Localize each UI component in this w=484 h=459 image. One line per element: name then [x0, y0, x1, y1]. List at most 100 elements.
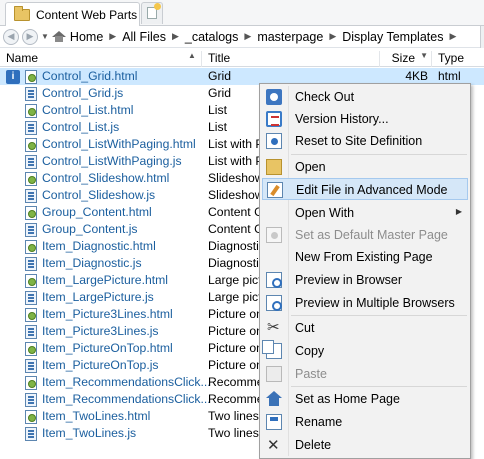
new-tab-button[interactable]	[141, 2, 163, 24]
menu-separator	[291, 154, 467, 155]
js-file-icon	[25, 87, 37, 101]
file-name[interactable]: Control_ListWithPaging.js	[42, 154, 182, 168]
menu-item-check-out[interactable]: Check Out	[262, 86, 468, 108]
menu-item-label: Paste	[295, 367, 327, 381]
breadcrumb-catalogs[interactable]: _catalogs	[185, 30, 239, 44]
file-name[interactable]: Item_Diagnostic.html	[42, 239, 156, 253]
file-name[interactable]: Item_PictureOnTop.js	[42, 358, 159, 372]
file-name[interactable]: Item_LargePicture.html	[42, 273, 168, 287]
file-name[interactable]: Group_Content.js	[42, 222, 138, 236]
html-file-icon	[25, 376, 37, 390]
menu-item-open[interactable]: Open	[262, 156, 468, 178]
chevron-right-icon[interactable]: ▶	[244, 31, 251, 42]
history-dropdown-icon[interactable]: ▼	[41, 32, 49, 41]
menu-item-label: Copy	[295, 344, 325, 358]
file-name[interactable]: Item_Diagnostic.js	[42, 256, 142, 270]
js-file-icon	[25, 223, 37, 237]
file-name[interactable]: Control_List.js	[42, 120, 119, 134]
file-title: Large pict	[208, 273, 260, 287]
file-size: 4KB	[405, 69, 428, 83]
js-file-icon	[25, 393, 37, 407]
file-title: List with P	[208, 154, 260, 168]
file-name[interactable]: Item_Picture3Lines.js	[42, 324, 159, 338]
menu-item-preview-browser[interactable]: Preview in Browser	[262, 269, 468, 291]
file-name[interactable]: Control_Slideshow.html	[42, 171, 169, 185]
file-name[interactable]: Control_Slideshow.js	[42, 188, 155, 202]
js-file-icon	[25, 121, 37, 135]
column-header-row: Name ▲ Title Size ▼ Type	[0, 50, 484, 67]
file-title: Two lines	[208, 426, 259, 440]
cut-icon	[266, 318, 282, 336]
column-title-label: Title	[208, 51, 231, 65]
checkout-icon	[266, 89, 282, 105]
preview-icon	[266, 272, 282, 288]
file-title: Picture on	[208, 358, 260, 372]
tab-content-web-parts[interactable]: Content Web Parts	[5, 2, 140, 26]
menu-item-rename[interactable]: Rename	[262, 411, 468, 433]
menu-item-paste[interactable]: Paste	[262, 363, 468, 385]
file-name[interactable]: Item_Picture3Lines.html	[42, 307, 173, 321]
menu-item-version-history[interactable]: Version History...	[262, 108, 468, 130]
chevron-right-icon[interactable]: ▶	[329, 31, 336, 42]
html-file-icon	[25, 308, 37, 322]
chevron-right-icon[interactable]: ▶	[109, 31, 116, 42]
file-name[interactable]: Item_TwoLines.html	[42, 409, 150, 423]
menu-item-cut[interactable]: Cut	[262, 317, 468, 339]
forward-button[interactable]: ▶	[22, 28, 38, 45]
menu-separator	[291, 386, 467, 387]
chevron-right-icon[interactable]: ▶	[449, 31, 456, 42]
file-name[interactable]: Control_ListWithPaging.html	[42, 137, 196, 151]
breadcrumb-display-templates[interactable]: Display Templates	[342, 30, 443, 44]
file-title: Diagnosti	[208, 239, 259, 253]
menu-item-label: Set as Default Master Page	[295, 228, 448, 242]
html-file-icon	[25, 70, 37, 84]
menu-item-open-with[interactable]: Open With ▶	[262, 202, 468, 224]
column-header-size[interactable]: Size ▼	[380, 51, 432, 67]
breadcrumb-all-files[interactable]: All Files	[122, 30, 166, 44]
file-title: Grid	[208, 86, 232, 100]
menu-item-set-home-page[interactable]: Set as Home Page	[262, 388, 468, 410]
filter-dropdown-icon[interactable]: ▼	[420, 51, 428, 60]
js-file-icon	[25, 325, 37, 339]
file-title: Large pict	[208, 290, 260, 304]
menu-item-label: New From Existing Page	[295, 250, 433, 264]
js-file-icon	[25, 427, 37, 441]
copy-icon	[262, 340, 282, 359]
js-file-icon	[25, 189, 37, 203]
file-name[interactable]: Control_Grid.html	[42, 69, 138, 83]
file-name[interactable]: Control_List.html	[42, 103, 133, 117]
file-name[interactable]: Control_Grid.js	[42, 86, 123, 100]
column-header-type[interactable]: Type	[432, 51, 484, 67]
menu-item-reset-to-site-definition[interactable]: Reset to Site Definition	[262, 130, 468, 152]
column-header-title[interactable]: Title	[202, 51, 380, 67]
html-file-icon	[25, 206, 37, 220]
file-name[interactable]: Group_Content.html	[42, 205, 152, 219]
file-name[interactable]: Item_TwoLines.js	[42, 426, 136, 440]
file-name[interactable]: Item_RecommendationsClick...	[42, 375, 211, 389]
menu-item-copy[interactable]: Copy	[262, 340, 468, 362]
menu-item-preview-multiple[interactable]: Preview in Multiple Browsers	[262, 292, 468, 314]
file-name[interactable]: Item_PictureOnTop.html	[42, 341, 173, 355]
column-header-name[interactable]: Name ▲	[0, 51, 202, 67]
html-file-icon	[25, 138, 37, 152]
file-name[interactable]: Item_RecommendationsClick...	[42, 392, 211, 406]
menu-item-set-default-master[interactable]: Set as Default Master Page	[262, 224, 468, 246]
menu-item-edit-advanced[interactable]: Edit File in Advanced Mode	[262, 178, 468, 200]
file-title: List	[208, 120, 227, 134]
menu-item-label: Delete	[295, 438, 332, 452]
file-title: Slideshow	[208, 171, 260, 185]
file-title: Picture on	[208, 324, 260, 338]
breadcrumb-home[interactable]: Home	[70, 30, 103, 44]
tab-label: Content Web Parts	[36, 7, 138, 22]
menu-item-label: Reset to Site Definition	[295, 134, 423, 148]
back-button[interactable]: ◀	[3, 28, 19, 45]
breadcrumb-masterpage[interactable]: masterpage	[257, 30, 323, 44]
menu-item-new-from-existing[interactable]: New From Existing Page	[262, 246, 468, 268]
submenu-arrow-icon: ▶	[455, 207, 462, 216]
checked-out-icon: i	[6, 70, 20, 84]
menu-item-delete[interactable]: Delete	[262, 434, 468, 456]
html-file-icon	[25, 104, 37, 118]
html-file-icon	[25, 240, 37, 254]
chevron-right-icon[interactable]: ▶	[172, 31, 179, 42]
file-name[interactable]: Item_LargePicture.js	[42, 290, 154, 304]
